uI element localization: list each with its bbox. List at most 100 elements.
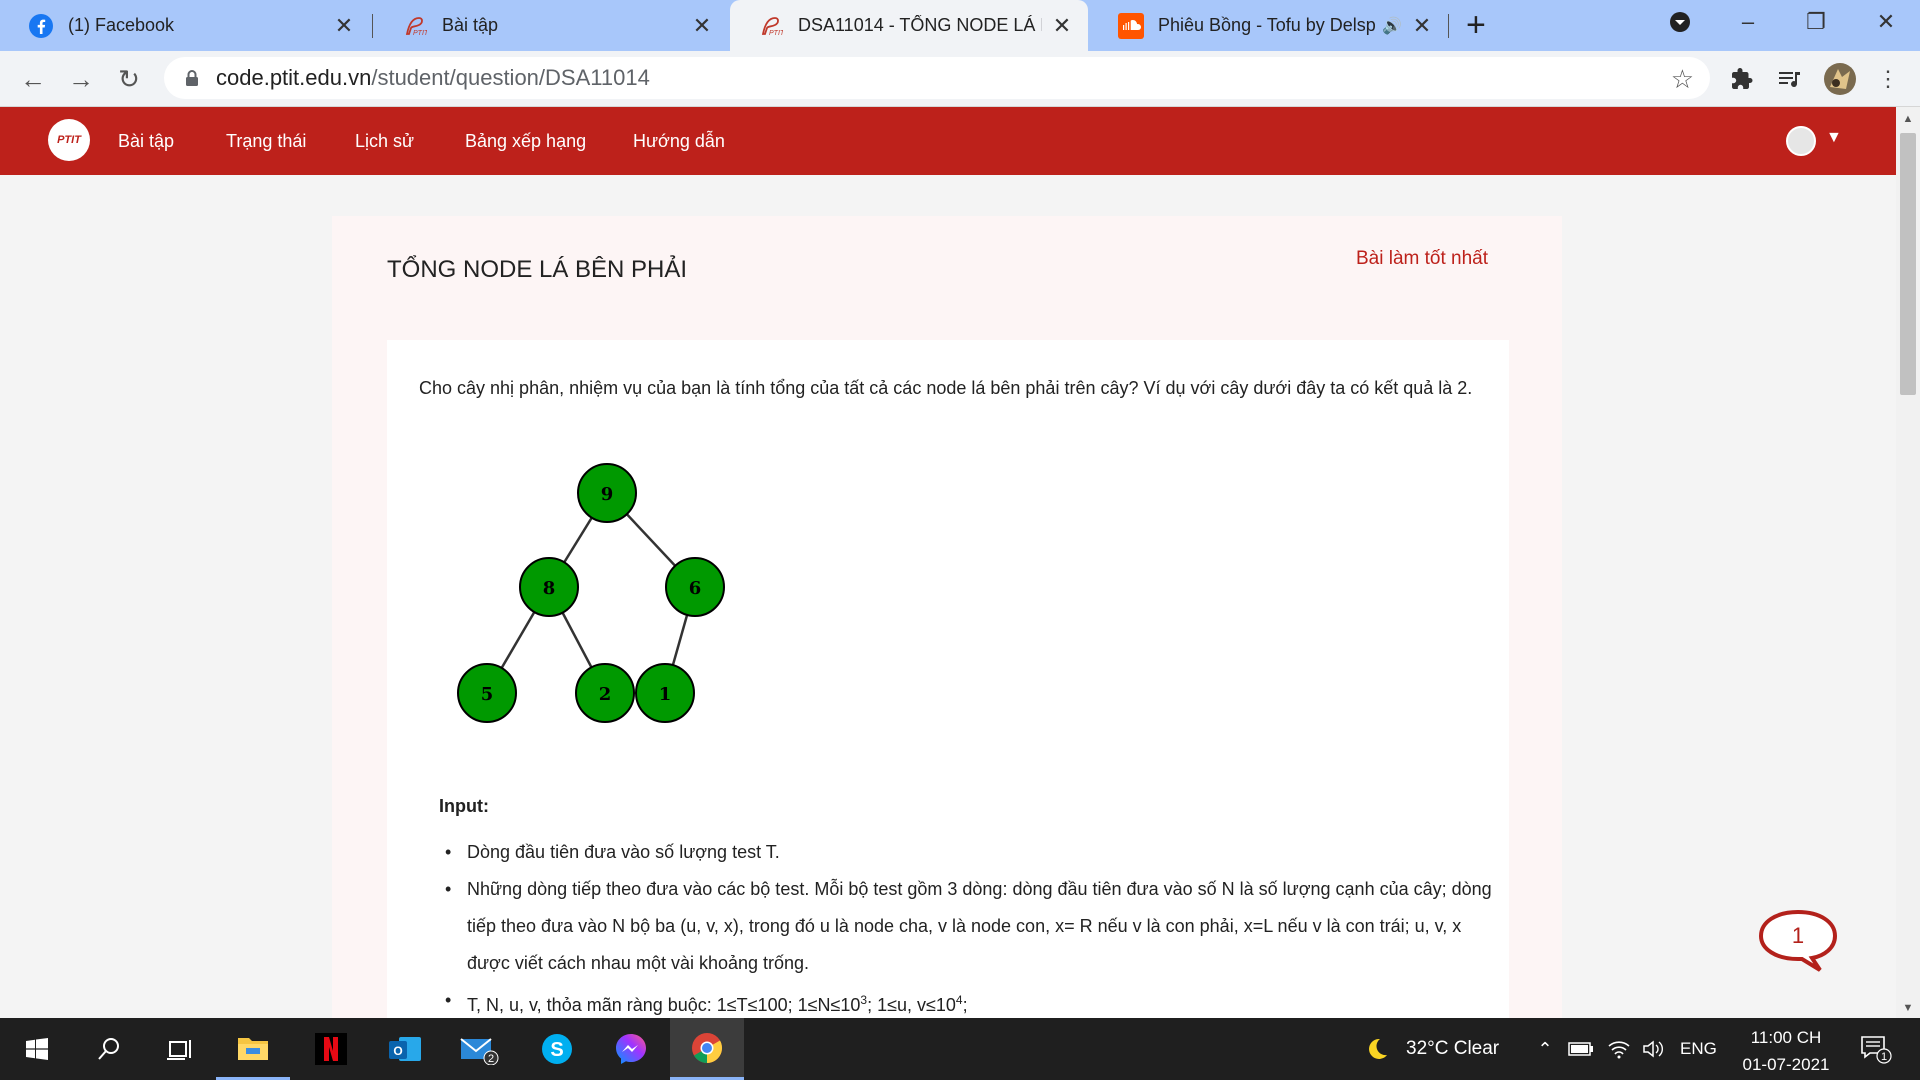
outlook-icon: O — [389, 1037, 421, 1061]
tree-node-label: 1 — [659, 684, 672, 705]
address-bar[interactable]: code.ptit.edu.vn/student/question/DSA110… — [164, 57, 1710, 99]
logo-text: PTIT — [57, 134, 81, 146]
svg-text:PTIT: PTIT — [413, 30, 427, 37]
tab-title: Phiêu Bồng - Tofu by Delspx — [1158, 15, 1377, 35]
close-icon[interactable]: ✕ — [332, 13, 356, 39]
tab-dsa11014[interactable]: PTIT DSA11014 - TỔNG NODE LÁ BÊN ✕ — [730, 0, 1088, 51]
close-window-button[interactable]: ✕ — [1856, 0, 1916, 44]
clock[interactable]: 11:00 CH 01-07-2021 — [1726, 1024, 1846, 1078]
battery-icon[interactable] — [1568, 1036, 1594, 1062]
clock-time: 11:00 CH — [1750, 1028, 1822, 1047]
scroll-thumb[interactable] — [1900, 133, 1916, 395]
nav-bang-xep-hang[interactable]: Bảng xếp hạng — [465, 107, 586, 175]
clock-date: 01-07-2021 — [1742, 1055, 1830, 1074]
input-list: Dòng đầu tiên đưa vào số lượng test T. N… — [439, 834, 1499, 1024]
mail-badge: 2 — [488, 1053, 494, 1065]
volume-icon[interactable] — [1640, 1036, 1666, 1062]
tab-title: DSA11014 - TỔNG NODE LÁ BÊN — [798, 15, 1042, 35]
mail-app[interactable]: 2 — [442, 1018, 516, 1080]
input-bullet: Dòng đầu tiên đưa vào số lượng test T. — [439, 834, 1499, 871]
tab-title: Bài tập — [442, 15, 499, 35]
user-avatar[interactable] — [1786, 126, 1816, 156]
problem-statement: Cho cây nhị phân, nhiệm vụ của bạn là tí… — [419, 378, 1473, 398]
chat-count: 1 — [1792, 923, 1804, 948]
mail-icon: 2 — [460, 1038, 499, 1065]
chrome-app[interactable] — [670, 1018, 744, 1080]
scroll-down-icon[interactable]: ▼ — [1896, 998, 1920, 1018]
star-icon[interactable]: ☆ — [1671, 64, 1694, 95]
media-control-icon[interactable] — [1775, 65, 1803, 93]
nav-huong-dan[interactable]: Hướng dẫn — [633, 107, 725, 175]
nav-lich-su[interactable]: Lịch sử — [355, 107, 414, 175]
tab-bai-tap[interactable]: PTIT Bài tập ✕ — [374, 0, 728, 51]
tree-node-2: 2 — [575, 663, 635, 723]
weather-text[interactable]: 32°C Clear — [1406, 1018, 1499, 1080]
tree-node-9: 9 — [577, 463, 637, 523]
browser-tab-strip: (1) Facebook ✕ PTIT Bài tập ✕ PTIT DSA11… — [0, 0, 1920, 51]
profile-avatar[interactable] — [1823, 62, 1857, 96]
input-heading: Input: — [439, 796, 489, 816]
moon-icon[interactable] — [1364, 1036, 1390, 1062]
binary-tree-figure: 9 8 6 5 2 1 — [457, 463, 725, 723]
start-button[interactable] — [0, 1018, 74, 1080]
nav-bai-tap[interactable]: Bài tập — [118, 107, 174, 175]
netflix-app[interactable] — [294, 1018, 368, 1080]
chrome-icon — [692, 1032, 723, 1063]
nav-trang-thai[interactable]: Trạng thái — [226, 107, 306, 175]
search-button[interactable] — [72, 1018, 146, 1080]
notification-icon[interactable]: 1 — [1858, 1034, 1894, 1064]
forward-button[interactable]: → — [64, 62, 98, 96]
tree-node-8: 8 — [519, 557, 579, 617]
tab-soundcloud[interactable]: Phiêu Bồng - Tofu by Delspx 🔊 ✕ — [1090, 0, 1448, 51]
windows-taskbar: O 2 S 32°C Clear ⌃ ENG 11:00 CH 01-07-20… — [0, 1018, 1920, 1080]
back-button[interactable]: ← — [16, 62, 50, 96]
task-view-button[interactable] — [144, 1018, 218, 1080]
minimize-button[interactable]: – — [1718, 0, 1778, 44]
tree-node-label: 6 — [689, 578, 702, 599]
new-tab-button[interactable]: + — [1466, 6, 1486, 45]
tree-node-5: 5 — [457, 663, 517, 723]
chat-bubble-icon[interactable]: 1 — [1758, 908, 1838, 974]
site-header: PTIT Bài tập Trạng thái Lịch sử Bảng xếp… — [0, 107, 1896, 175]
task-view-icon — [167, 1040, 191, 1060]
menu-icon[interactable]: ⋮ — [1874, 65, 1902, 93]
tree-node-label: 5 — [481, 684, 494, 705]
page-scrollbar[interactable]: ▲ ▼ — [1896, 107, 1920, 1018]
tree-node-label: 8 — [543, 578, 556, 599]
problem-title: TỔNG NODE LÁ BÊN PHẢI — [387, 256, 688, 283]
tree-node-label: 9 — [601, 484, 614, 505]
tab-title: (1) Facebook — [68, 15, 175, 35]
speaker-icon[interactable]: 🔊 — [1382, 16, 1402, 36]
chevron-up-icon[interactable]: ⌃ — [1532, 1036, 1558, 1062]
language-indicator[interactable]: ENG — [1680, 1018, 1717, 1080]
file-explorer-app[interactable] — [216, 1018, 290, 1080]
svg-text:S: S — [550, 1039, 563, 1061]
search-icon — [98, 1038, 119, 1060]
close-icon[interactable]: ✕ — [1410, 13, 1434, 39]
tab-facebook[interactable]: (1) Facebook ✕ — [0, 0, 370, 51]
facebook-icon — [28, 13, 54, 39]
close-icon[interactable]: ✕ — [1050, 13, 1074, 39]
netflix-icon — [315, 1033, 347, 1065]
lock-icon — [186, 70, 198, 86]
site-logo[interactable]: PTIT — [48, 119, 90, 161]
best-solution-link[interactable]: Bài làm tốt nhất — [1356, 248, 1488, 270]
tree-node-1: 1 — [635, 663, 695, 723]
wifi-icon[interactable] — [1606, 1036, 1632, 1062]
url-path: /student/question/DSA11014 — [371, 65, 650, 90]
browser-toolbar: ← → ↻ code.ptit.edu.vn/student/question/… — [0, 51, 1920, 107]
close-icon[interactable]: ✕ — [690, 13, 714, 39]
scroll-up-icon[interactable]: ▲ — [1896, 109, 1920, 129]
skype-app[interactable]: S — [520, 1018, 594, 1080]
reload-button[interactable]: ↻ — [112, 62, 146, 96]
tab-search-button[interactable] — [1650, 0, 1710, 44]
restore-button[interactable]: ❐ — [1786, 0, 1846, 44]
tree-node-6: 6 — [665, 557, 725, 617]
notification-badge: 1 — [1881, 1051, 1887, 1063]
ptit-icon: PTIT — [758, 13, 784, 39]
outlook-app[interactable]: O — [368, 1018, 442, 1080]
extensions-icon[interactable] — [1728, 65, 1756, 93]
svg-text:O: O — [393, 1044, 402, 1058]
messenger-app[interactable] — [594, 1018, 668, 1080]
caret-down-icon[interactable]: ▼ — [1826, 129, 1842, 147]
